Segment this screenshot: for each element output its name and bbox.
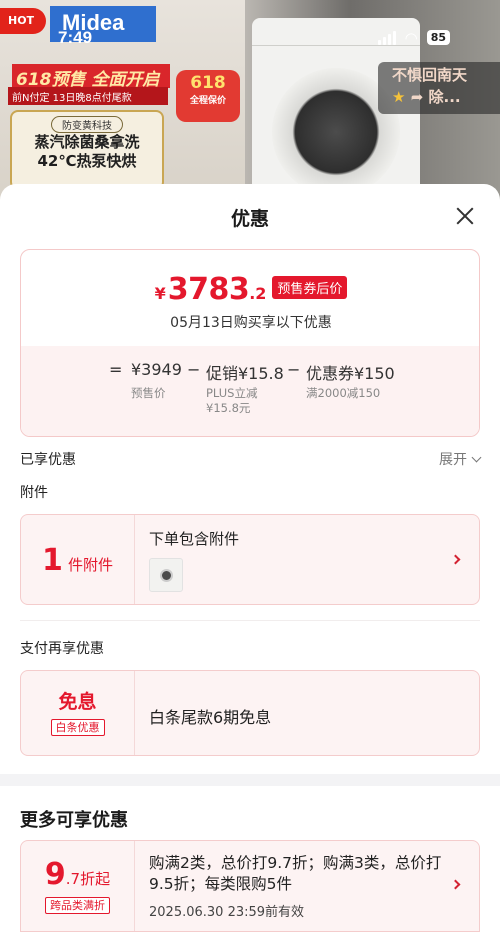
- more-title: 更多可享优惠: [20, 810, 128, 831]
- formula-base-price: ¥3949: [131, 360, 182, 379]
- signal-icon: [377, 30, 396, 45]
- sale-subtitle: 前N付定 13日晚8点付尾款: [8, 87, 168, 105]
- tech-feature-box: 防变黄科技 蒸汽除菌桑拿洗 42℃热泵快烘: [10, 110, 164, 190]
- divider: [20, 620, 480, 621]
- payment-card[interactable]: 免息 白条优惠 白条尾款6期免息: [20, 670, 480, 756]
- promo-right-line2: 除...: [428, 88, 461, 106]
- accessory-unit: 件附件: [67, 556, 113, 574]
- banner-promo-right: 不惧回南天 ★ ➦ 除...: [378, 62, 500, 114]
- payment-badge-box: 免息 白条优惠: [21, 671, 135, 755]
- cross-category-card[interactable]: 9.7折起 跨品类满折 购满2类，总价打9.7折；购满3类，总价打9.5折；每类…: [20, 840, 480, 932]
- share-icon[interactable]: ➦: [411, 88, 424, 106]
- sheet-title: 优惠: [230, 208, 269, 230]
- promo-label-1: PLUS立减: [206, 386, 258, 400]
- discount-badge-box: 9.7折起 跨品类满折: [21, 841, 135, 931]
- formula-equals: =: [109, 360, 123, 379]
- coupon-label: 满2000减150: [306, 386, 381, 400]
- payment-tag: 白条优惠: [50, 719, 105, 736]
- price-summary: ¥ 3783 .2 预售券后价 05月13日购买享以下优惠: [21, 250, 479, 346]
- price-decimal: .2: [249, 284, 267, 303]
- base-price-label: 预售价: [131, 386, 166, 400]
- discount-details: 购满2类，总价打9.7折；购满3类，总价打9.5折；每类限购5件 2025.06…: [149, 841, 449, 920]
- sheet-header: 优惠: [0, 184, 500, 248]
- chevron-down-icon: [471, 452, 482, 463]
- enjoyed-label: 已享优惠: [20, 452, 76, 468]
- accessory-card[interactable]: 1 件附件 下单包含附件: [20, 514, 480, 605]
- chevron-right-icon: [450, 879, 461, 890]
- badge-618-main: 618: [190, 73, 226, 93]
- badge-618: 618 全程保价: [176, 70, 240, 122]
- expand-label: 展开: [439, 452, 467, 468]
- status-time: 7:49: [58, 28, 93, 47]
- section-separator: [0, 774, 500, 786]
- price-type-tag: 预售券后价: [272, 276, 348, 299]
- discount-sheet: 优惠 ¥ 3783 .2 预售券后价 05月13日购买享以下优惠 = ¥3949…: [0, 184, 500, 932]
- promo-label-2: ¥15.8元: [206, 401, 251, 415]
- star-icon: ★: [392, 88, 406, 106]
- status-bar: 7:49 ◠ 85: [0, 26, 500, 54]
- sale-title: 618预售 全面开启: [12, 64, 170, 90]
- close-icon[interactable]: [454, 205, 476, 227]
- accessory-count-box: 1 件附件: [21, 515, 135, 604]
- price-note: 05月13日购买享以下优惠: [170, 315, 332, 331]
- accessory-count: 1: [42, 543, 63, 578]
- final-price: ¥ 3783 .2 预售券后价: [21, 272, 479, 307]
- formula-minus-2: −: [287, 360, 301, 379]
- payment-details: 白条尾款6期免息: [149, 671, 449, 728]
- wifi-icon: ◠: [404, 28, 418, 47]
- payment-big: 免息: [58, 691, 97, 713]
- discount-desc: 购满2类，总价打9.7折；购满3类，总价打9.5折；每类限购5件: [149, 854, 442, 893]
- discount-tag: 跨品类满折: [45, 897, 110, 914]
- discount-valid: 2025.06.30 23:59前有效: [149, 905, 305, 920]
- accessory-label: 附件: [20, 485, 48, 501]
- battery-icon: 85: [426, 30, 450, 45]
- price-currency: ¥: [154, 284, 166, 303]
- status-icons: ◠ 85: [377, 28, 450, 47]
- accessory-thumbnail: [149, 558, 183, 592]
- formula-minus-1: −: [187, 360, 201, 379]
- accessory-details: 下单包含附件: [149, 515, 449, 592]
- expand-toggle[interactable]: 展开: [439, 449, 482, 469]
- price-formula: = ¥3949 − 促销¥15.8 − 优惠券¥150 预售价 PLUS立减 ¥…: [21, 346, 479, 436]
- tech-line-1: 蒸汽除菌桑拿洗: [34, 133, 140, 151]
- discount-big: 9: [44, 857, 66, 892]
- price-integer: 3783: [167, 272, 250, 307]
- payment-desc: 白条尾款6期免息: [149, 708, 272, 727]
- price-card: ¥ 3783 .2 预售券后价 05月13日购买享以下优惠 = ¥3949 − …: [20, 249, 480, 437]
- formula-coupon: 优惠券¥150: [306, 364, 395, 383]
- promo-right-line1: 不惧回南天: [392, 66, 468, 84]
- tech-pill: 防变黄科技: [51, 116, 123, 133]
- discount-small: .7折起: [65, 870, 111, 888]
- accessory-desc: 下单包含附件: [149, 530, 240, 548]
- payment-label: 支付再享优惠: [20, 641, 104, 657]
- badge-618-sub: 全程保价: [189, 96, 226, 106]
- formula-promo: 促销¥15.8: [206, 364, 284, 383]
- chevron-right-icon: [450, 554, 461, 565]
- tech-line-2: 42℃热泵快烘: [37, 152, 137, 170]
